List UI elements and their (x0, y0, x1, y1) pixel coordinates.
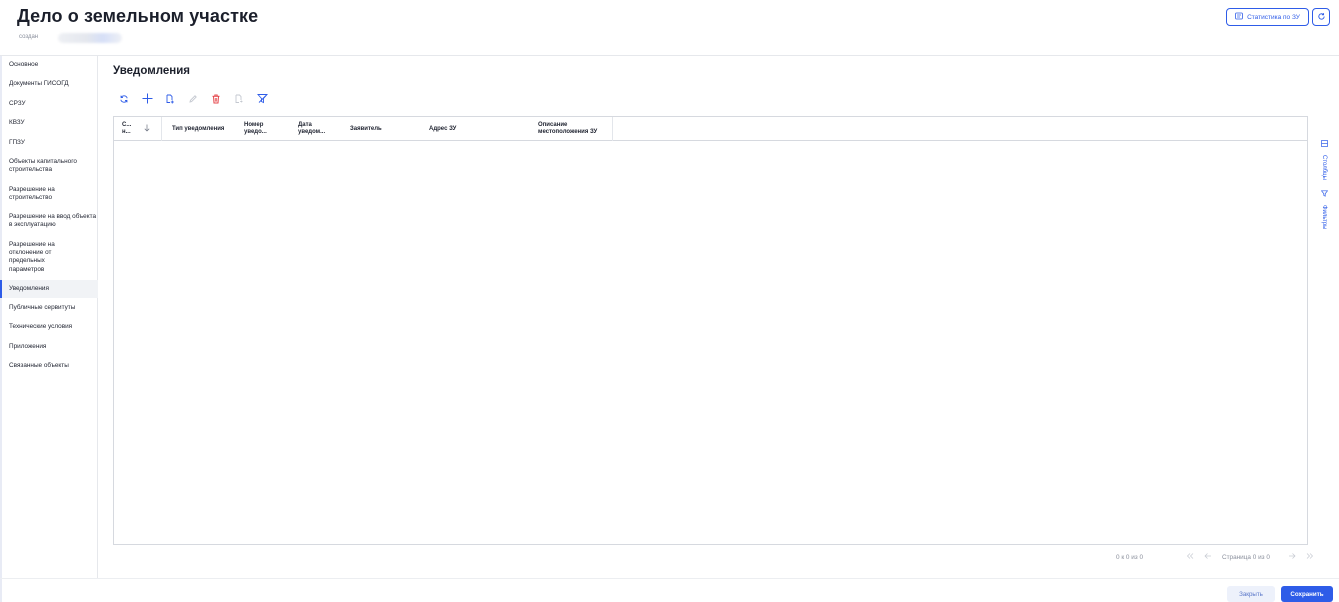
sidebar-item-label: Приложения (9, 343, 47, 350)
delete-button[interactable] (209, 93, 223, 107)
arrow-left-icon (1204, 552, 1212, 562)
prev-page-button[interactable] (1204, 552, 1212, 562)
filter-icon (1320, 184, 1328, 202)
column-label: Тип уведомления (172, 125, 225, 132)
grid-toolbar (117, 93, 278, 107)
column-header-type[interactable]: Тип уведомления (172, 117, 228, 141)
column-header-address[interactable]: Адрес ЗУ (429, 117, 489, 141)
sidebar-item-public-easements[interactable]: Публичные сервитуты (0, 304, 98, 312)
created-label: создан (19, 34, 39, 40)
sidebar-item-label: Объекты капитального строительства (9, 158, 77, 174)
column-label: Дата уведом... (298, 122, 326, 135)
sidebar-item-label: Разрешение на строительство (9, 186, 55, 202)
header-refresh-button[interactable] (1312, 8, 1330, 26)
sidebar-item-main[interactable]: Основное (0, 61, 98, 69)
stats-button-label: Статистика по ЗУ (1247, 13, 1300, 21)
chart-icon (1235, 12, 1243, 22)
add-button[interactable] (140, 93, 154, 107)
double-chevron-right-icon (1306, 552, 1314, 562)
document-export-icon (234, 91, 244, 109)
pager-page: Страница 0 из 0 (1222, 553, 1270, 561)
column-header-date[interactable]: Дата уведом... (298, 117, 336, 141)
redacted-author (58, 33, 122, 43)
column-divider[interactable] (161, 117, 162, 141)
sidebar-item-srzu[interactable]: СРЗУ (0, 100, 98, 108)
column-header-applicant[interactable]: Заявитель (350, 117, 410, 141)
column-header-status[interactable]: С... н... (122, 117, 152, 141)
grid-side-panel: Столбцы Фильтры (1309, 116, 1339, 545)
sidebar-item-attachments[interactable]: Приложения (0, 343, 98, 351)
grid-header: С... н... Тип уведомления Номер уведо...… (114, 117, 1307, 141)
sidebar-item-gisogd-docs[interactable]: Документы ГИСОГД (0, 80, 98, 88)
columns-icon (1320, 134, 1328, 152)
section-title: Уведомления (113, 65, 190, 77)
column-divider[interactable] (612, 117, 613, 141)
sidebar-item-label: Публичные сервитуты (9, 304, 76, 311)
trash-icon (211, 91, 221, 109)
page-title: Дело о земельном участке (17, 6, 259, 26)
sidebar-item-label: КВЗУ (9, 119, 25, 126)
column-label: Описание местоположения ЗУ (538, 122, 598, 135)
export-button[interactable] (232, 93, 246, 107)
notifications-grid: С... н... Тип уведомления Номер уведо...… (113, 116, 1308, 545)
columns-tab-label: Столбцы (1321, 155, 1327, 180)
sidebar-item-label: Разрешение на отклонение от предельных п… (9, 241, 55, 273)
save-button[interactable]: Сохранить (1281, 586, 1333, 602)
double-chevron-left-icon (1186, 552, 1194, 562)
add-document-button[interactable] (163, 93, 177, 107)
refresh-button[interactable] (117, 93, 131, 107)
sidebar-item-label: Связанные объекты (9, 362, 69, 369)
sidebar-item-gpzu[interactable]: ГПЗУ (0, 139, 98, 147)
edit-button[interactable] (186, 93, 200, 107)
refresh-icon (119, 91, 129, 109)
column-label: Адрес ЗУ (429, 125, 457, 132)
column-label: Заявитель (350, 125, 382, 132)
columns-tab[interactable]: Столбцы (1316, 134, 1332, 180)
sidebar-item-label: Основное (9, 61, 39, 68)
filters-tab[interactable]: Фильтры (1316, 184, 1332, 229)
last-page-button[interactable] (1306, 552, 1314, 562)
page: Дело о земельном участке создан Статисти… (0, 0, 1339, 602)
filters-tab-label: Фильтры (1321, 205, 1327, 230)
next-page-button[interactable] (1288, 552, 1296, 562)
sort-arrow-icon (144, 124, 150, 135)
close-button[interactable]: Закрыть (1227, 586, 1275, 602)
document-add-icon (165, 91, 175, 109)
sidebar-item-label: Технические условия (9, 323, 73, 330)
arrow-right-icon (1288, 552, 1296, 562)
sidebar-item-technical-conditions[interactable]: Технические условия (0, 323, 98, 331)
sidebar-item-notifications[interactable]: Уведомления (0, 280, 98, 298)
stats-button[interactable]: Статистика по ЗУ (1226, 8, 1309, 26)
footer-divider (0, 578, 1339, 579)
pencil-icon (188, 91, 198, 109)
sidebar-item-commissioning-permit[interactable]: Разрешение на ввод объекта в эксплуатаци… (0, 213, 96, 229)
sidebar-item-capital-objects[interactable]: Объекты капитального строительства (0, 158, 92, 174)
sidebar-item-label: Документы ГИСОГД (9, 80, 69, 87)
sidebar-item-label: СРЗУ (9, 100, 26, 107)
column-label: С... н... (122, 122, 132, 135)
sidebar-item-label: ГПЗУ (9, 139, 25, 146)
sidebar-item-label: Разрешение на ввод объекта в эксплуатаци… (9, 213, 97, 229)
column-header-number[interactable]: Номер уведо... (244, 117, 280, 141)
first-page-button[interactable] (1186, 552, 1194, 562)
header: Дело о земельном участке создан Статисти… (0, 0, 1339, 56)
sidebar-item-kvzu[interactable]: КВЗУ (0, 119, 98, 127)
filter-clear-icon (256, 91, 268, 109)
column-header-location[interactable]: Описание местоположения ЗУ (538, 117, 618, 141)
sidebar-item-construction-permit[interactable]: Разрешение на строительство (0, 186, 80, 202)
sidebar-item-label: Уведомления (9, 285, 49, 292)
clear-filter-button[interactable] (255, 93, 269, 107)
sidebar-item-related-objects[interactable]: Связанные объекты (0, 362, 98, 370)
sidebar-item-deviation-permit[interactable]: Разрешение на отклонение от предельных п… (0, 241, 68, 274)
refresh-icon (1317, 8, 1326, 26)
pager-range: 0 к 0 из 0 (1116, 553, 1144, 561)
column-label: Номер уведо... (244, 122, 267, 135)
sidebar: Основное Документы ГИСОГД СРЗУ КВЗУ ГПЗУ… (0, 56, 98, 578)
plus-icon (142, 91, 153, 109)
